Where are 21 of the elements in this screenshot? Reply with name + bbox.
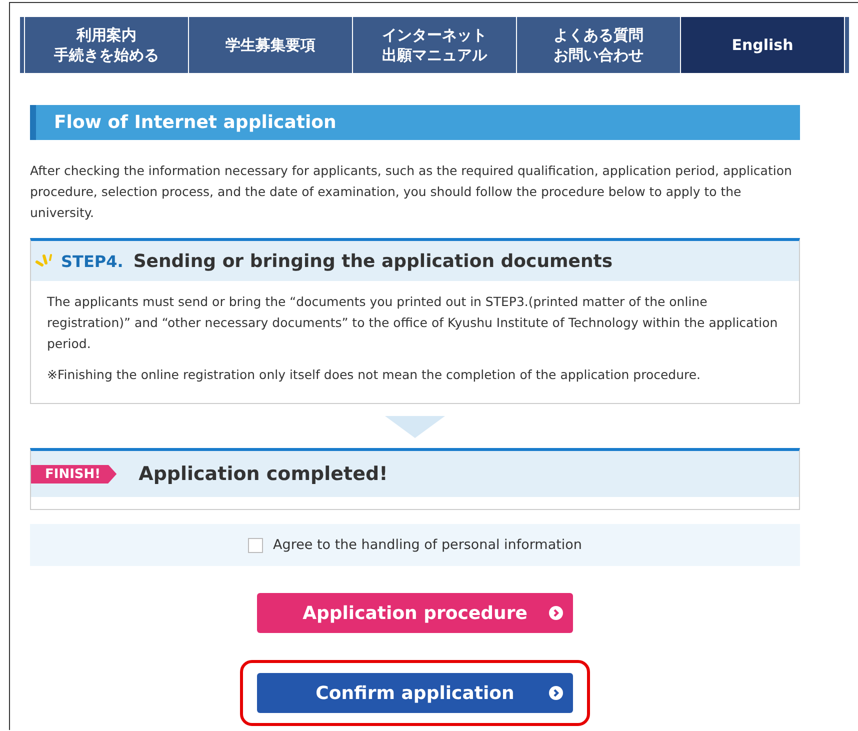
agree-label: Agree to the handling of personal information [273,537,582,553]
step-label: STEP4. [61,252,124,270]
action-button[interactable]: Application procedure [257,593,573,633]
section-heading: Flow of Internet application [30,105,800,140]
nav-tab[interactable]: 学生募集要項 [189,17,353,73]
step-paragraph: ※Finishing the online registration only itself does not mean the completion of the application procedure. [47,366,702,384]
agree-checkbox[interactable] [248,538,264,552]
nav-tab[interactable]: English [681,17,845,73]
chevron-circle-icon [549,686,563,700]
action-button[interactable]: Confirm application [257,673,573,713]
step-title: Sending or bringing the application documents [133,250,613,272]
intro-paragraph: After checking the information necessary for applicants, such as the required qualification, application period, application procedure, selection process, and the date of examination, you should follow the procedure below to apply to the university. [30,162,793,222]
nav-tab[interactable]: インターネット 出願マニュアル [353,17,517,73]
nav-tab[interactable]: 利用案内 手続きを始める [25,17,189,73]
finish-title: Application completed! [138,463,388,485]
step-paragraph: The applicants must send or bring the “documents you printed out in STEP3.(printed matter of the online registration)” and “other necessary documents” to the office of Kyushu Institute of Technology within the application period. [47,293,779,353]
finish-badge: FINISH! [31,464,117,484]
chevron-circle-icon [549,606,563,620]
sparkle-icon [35,253,55,269]
nav-tab[interactable]: よくある質問 お問い合わせ [517,17,681,73]
down-arrow-icon [385,416,445,438]
